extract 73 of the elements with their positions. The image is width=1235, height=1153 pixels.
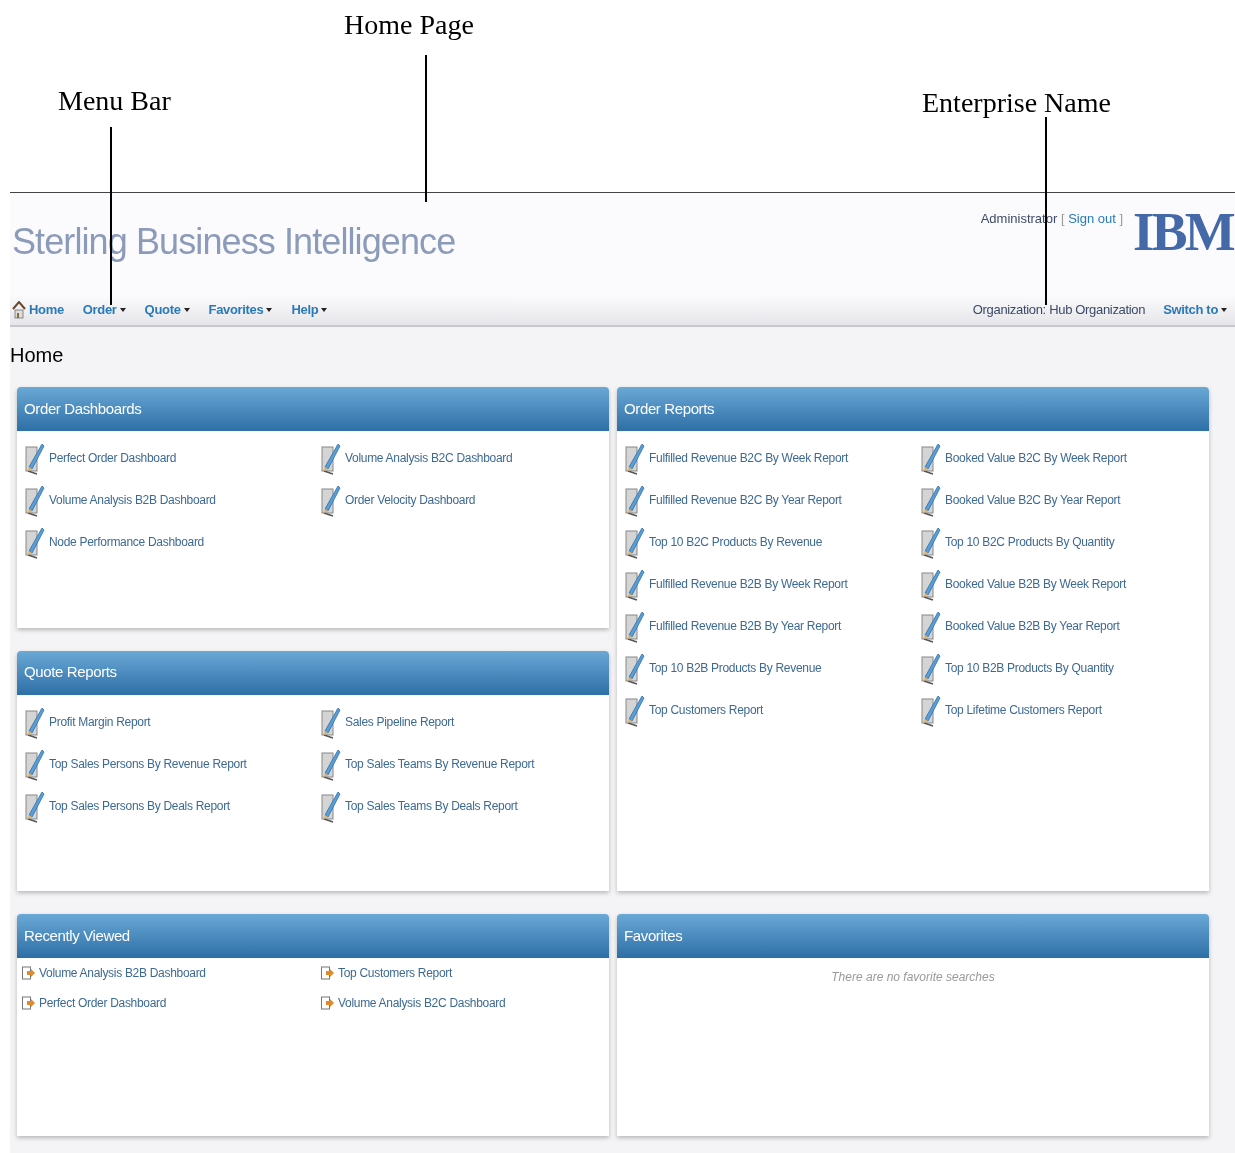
report-link[interactable]: Sales Pipeline Report bbox=[345, 712, 455, 731]
panel-title: Order Dashboards bbox=[24, 398, 142, 419]
report-link[interactable]: Fulfilled Revenue B2C By Week Report bbox=[649, 449, 849, 467]
report-link[interactable]: Perfect Order Dashboard bbox=[49, 449, 177, 467]
report-link[interactable]: Booked Value B2B By Week Report bbox=[945, 575, 1127, 593]
document-arrow-icon bbox=[321, 996, 334, 1010]
report-link[interactable]: Node Performance Dashboard bbox=[49, 533, 204, 551]
menu-item[interactable]: Home bbox=[12, 300, 64, 320]
annotation-label: Menu Bar bbox=[58, 84, 171, 118]
empty-message: There are no favorite searches bbox=[831, 970, 995, 984]
report-link[interactable]: Volume Analysis B2B Dashboard bbox=[49, 491, 216, 509]
pencil-document-icon bbox=[25, 441, 45, 475]
report-link[interactable]: Booked Value B2C By Week Report bbox=[945, 449, 1127, 467]
document-arrow-icon bbox=[22, 996, 35, 1010]
panel-title: Order Reports bbox=[624, 398, 715, 419]
sign-out-link[interactable]: Sign out bbox=[1068, 211, 1116, 226]
pencil-document-icon bbox=[625, 483, 645, 517]
report-link[interactable]: Top 10 B2C Products By Revenue bbox=[649, 533, 823, 551]
report-link[interactable]: Volume Analysis B2C Dashboard bbox=[345, 449, 513, 467]
report-link[interactable]: Fulfilled Revenue B2C By Year Report bbox=[649, 491, 842, 509]
pencil-document-icon bbox=[625, 567, 645, 601]
caret-icon bbox=[1221, 307, 1227, 313]
pencil-document-icon bbox=[25, 525, 45, 559]
report-link[interactable]: Fulfilled Revenue B2B By Week Report bbox=[649, 575, 848, 593]
report-link[interactable]: Top 10 B2B Products By Revenue bbox=[649, 659, 822, 677]
pencil-document-icon bbox=[921, 609, 941, 643]
recent-link[interactable]: Volume Analysis B2C Dashboard bbox=[338, 994, 506, 1012]
pencil-document-icon bbox=[625, 609, 645, 643]
report-link[interactable]: Top Sales Persons By Revenue Report bbox=[49, 754, 247, 773]
switch-to-menu[interactable]: Switch to bbox=[1163, 300, 1227, 320]
pencil-document-icon bbox=[921, 525, 941, 559]
report-link[interactable]: Fulfilled Revenue B2B By Year Report bbox=[649, 617, 841, 635]
pencil-document-icon bbox=[625, 651, 645, 685]
report-link[interactable]: Booked Value B2B By Year Report bbox=[945, 617, 1120, 635]
menu-item[interactable]: Help bbox=[291, 300, 328, 320]
report-link[interactable]: Top 10 B2B Products By Quantity bbox=[945, 659, 1114, 677]
annotation-label: Home Page bbox=[344, 8, 474, 42]
pencil-document-icon bbox=[625, 525, 645, 559]
pencil-document-icon bbox=[921, 567, 941, 601]
document-arrow-icon bbox=[22, 966, 35, 980]
report-link[interactable]: Top 10 B2C Products By Quantity bbox=[945, 533, 1115, 551]
report-link[interactable]: Booked Value B2C By Year Report bbox=[945, 491, 1121, 509]
pencil-document-icon bbox=[625, 441, 645, 475]
organization-label: Organization: Hub Organization bbox=[972, 301, 1146, 320]
report-link[interactable]: Top Lifetime Customers Report bbox=[945, 701, 1102, 719]
house-icon bbox=[12, 301, 26, 319]
pencil-document-icon bbox=[921, 693, 941, 727]
menu-item[interactable]: Order bbox=[82, 300, 126, 320]
panel-title: Favorites bbox=[624, 925, 683, 946]
pencil-document-icon bbox=[321, 441, 341, 475]
pencil-document-icon bbox=[25, 483, 45, 517]
recent-link[interactable]: Top Customers Report bbox=[338, 964, 453, 982]
menu-item[interactable]: Favorites bbox=[208, 300, 273, 320]
report-link[interactable]: Order Velocity Dashboard bbox=[345, 491, 476, 509]
report-link[interactable]: Profit Margin Report bbox=[49, 712, 151, 731]
recent-link[interactable]: Volume Analysis B2B Dashboard bbox=[39, 964, 206, 982]
pencil-document-icon bbox=[625, 693, 645, 727]
report-link[interactable]: Top Sales Teams By Deals Report bbox=[345, 796, 518, 815]
annotation-label: Enterprise Name bbox=[922, 86, 1111, 120]
recent-link[interactable]: Perfect Order Dashboard bbox=[39, 994, 167, 1012]
pencil-document-icon bbox=[921, 483, 941, 517]
menu-item[interactable]: Quote bbox=[144, 300, 190, 320]
pencil-document-icon bbox=[321, 483, 341, 517]
logo: IBM bbox=[1133, 205, 1233, 259]
pencil-document-icon bbox=[921, 441, 941, 475]
panel-title: Quote Reports bbox=[24, 662, 117, 683]
report-link[interactable]: Top Sales Teams By Revenue Report bbox=[345, 754, 535, 773]
page-title: Home bbox=[10, 343, 64, 368]
document-arrow-icon bbox=[321, 966, 334, 980]
panel-title: Recently Viewed bbox=[24, 925, 130, 946]
report-link[interactable]: Top Sales Persons By Deals Report bbox=[49, 796, 230, 815]
report-link[interactable]: Top Customers Report bbox=[649, 701, 764, 719]
pencil-document-icon bbox=[921, 651, 941, 685]
